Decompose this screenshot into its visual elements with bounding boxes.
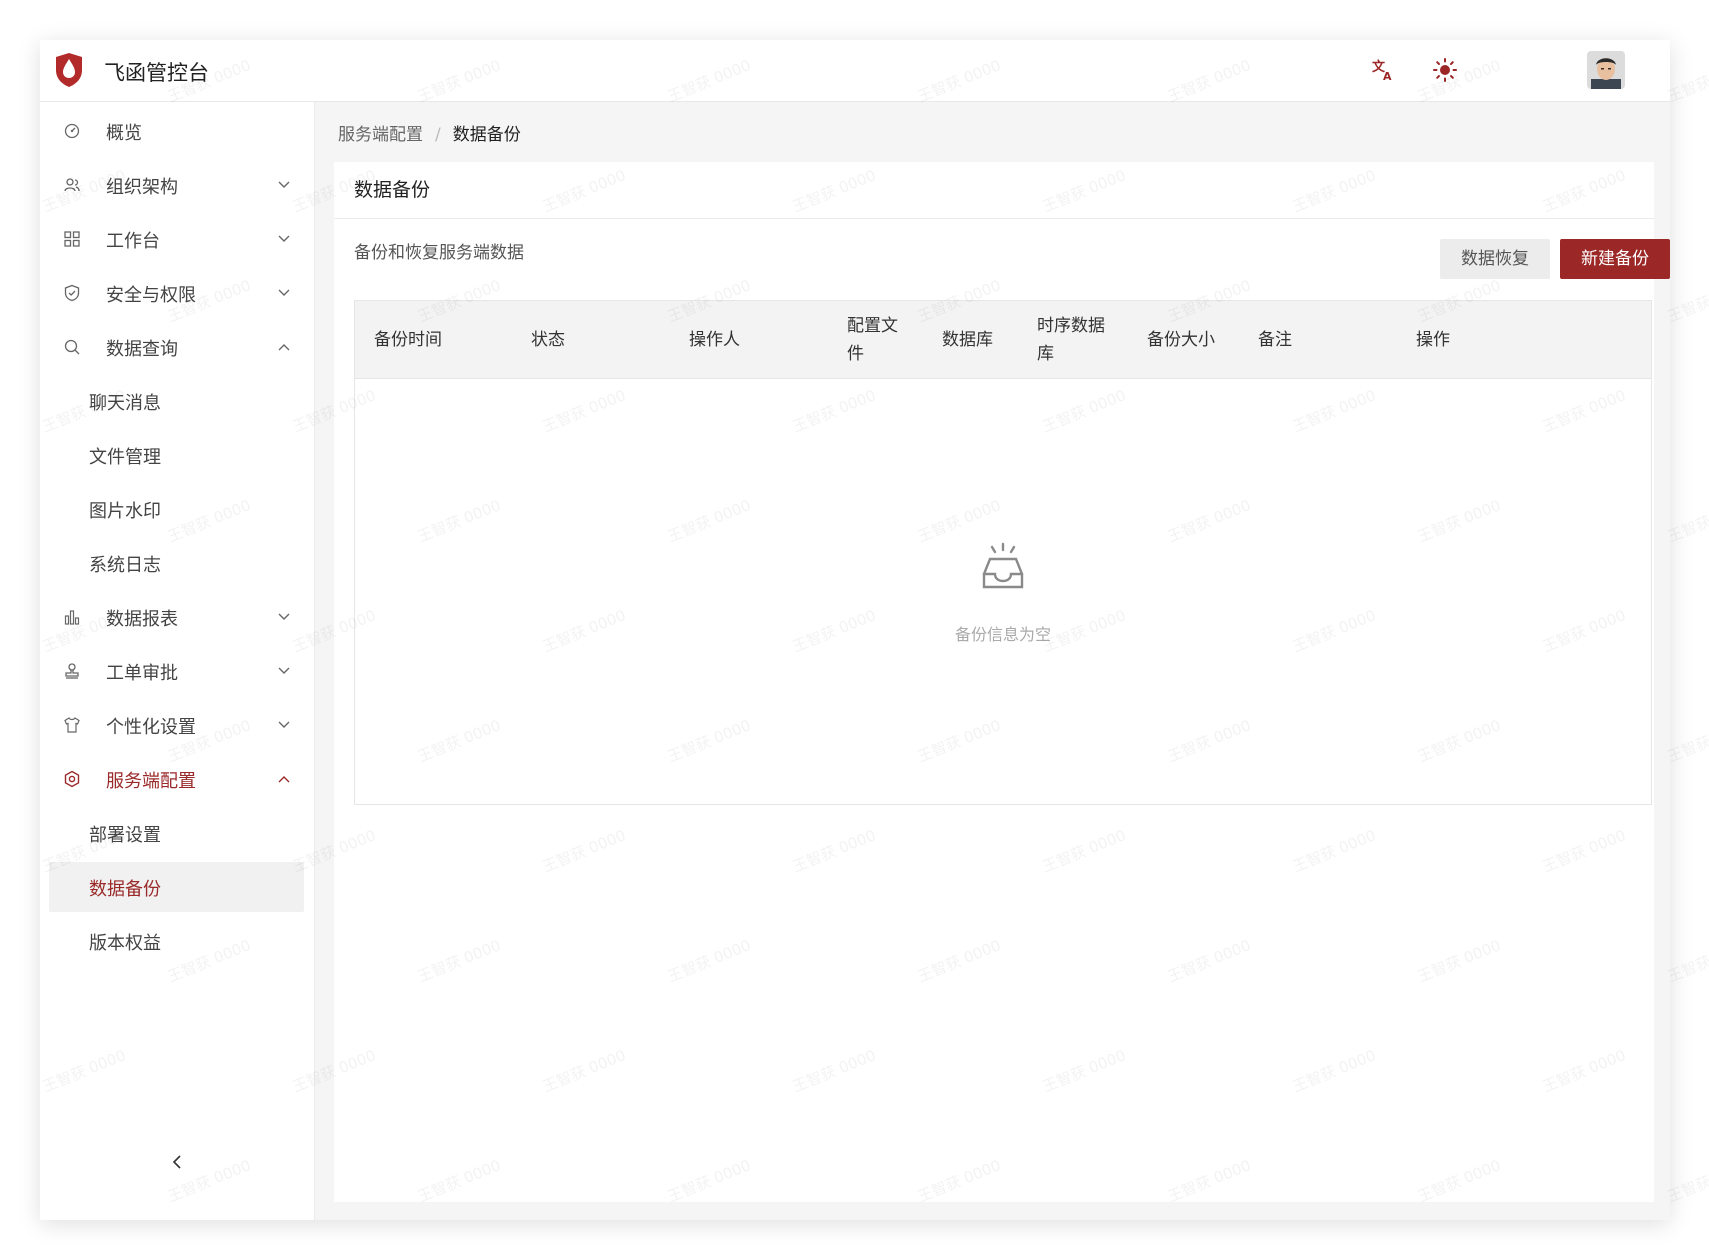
stamp-icon	[65, 663, 79, 679]
empty-state-text: 备份信息为空	[954, 625, 1051, 644]
sidebar-item-license[interactable]: 版本权益	[49, 916, 304, 966]
settings-icon	[64, 770, 80, 788]
breadcrumb-parent[interactable]: 服务端配置	[338, 125, 423, 145]
sidebar-item-label: 工单审批	[106, 663, 178, 684]
shirt-icon	[64, 717, 80, 733]
column-header: 状态	[531, 330, 565, 350]
chevron-down-icon	[278, 721, 290, 728]
breadcrumb: 服务端配置 / 数据备份	[338, 120, 521, 145]
sidebar-item-label: 数据报表	[106, 609, 178, 630]
page-title: 数据备份	[354, 179, 431, 201]
svg-text:A: A	[1383, 70, 1392, 83]
app-window: 飞函管控台 文 A 概览 组织架构 工作台 安全与权限 数据查询 聊天消息 文件…	[40, 40, 1670, 1220]
sidebar-item-chat-messages[interactable]: 聊天消息	[49, 376, 304, 426]
logo-icon	[56, 53, 82, 87]
restore-data-button[interactable]: 数据恢复	[1440, 239, 1550, 279]
sidebar-item-label: 版本权益	[89, 933, 161, 954]
column-header: 数据库	[942, 330, 993, 350]
org-icon	[64, 178, 80, 192]
column-header: 备份时间	[374, 330, 442, 350]
sidebar-item-label: 安全与权限	[106, 285, 196, 306]
grid-icon	[64, 231, 80, 247]
sidebar-item-label: 工作台	[106, 231, 160, 252]
sidebar-item-org[interactable]: 组织架构	[49, 160, 304, 210]
search-icon	[64, 339, 80, 355]
sidebar-item-ticket-approval[interactable]: 工单审批	[49, 646, 304, 696]
watermark-text: 王智获 0000	[1665, 56, 1709, 106]
shield-icon	[64, 284, 80, 302]
sidebar-item-label: 组织架构	[106, 177, 178, 198]
sidebar-item-label: 个性化设置	[106, 717, 196, 738]
sidebar-item-reports[interactable]: 数据报表	[49, 592, 304, 642]
watermark-text: 王智获 0000	[1665, 496, 1709, 546]
column-header: 操作人	[689, 330, 740, 350]
new-backup-button[interactable]: 新建备份	[1560, 239, 1670, 279]
chevron-down-icon	[278, 181, 290, 188]
dashboard-icon	[64, 123, 80, 139]
sidebar-item-label: 系统日志	[89, 555, 161, 576]
column-header: 配置文件	[847, 316, 898, 364]
bar-chart-icon	[64, 610, 80, 625]
watermark-text: 王智获 0000	[1665, 936, 1709, 986]
sidebar-item-overview[interactable]: 概览	[49, 106, 304, 156]
sidebar-item-system-log[interactable]: 系统日志	[49, 538, 304, 588]
app-title: 飞函管控台	[104, 61, 209, 85]
chevron-up-icon	[278, 344, 290, 351]
sidebar-item-label: 概览	[106, 123, 142, 144]
sidebar-item-security[interactable]: 安全与权限	[49, 268, 304, 318]
sidebar-item-label: 服务端配置	[106, 771, 196, 792]
sidebar: 概览 组织架构 工作台 安全与权限 数据查询 聊天消息 文件管理 图片水印 系统…	[40, 102, 315, 1220]
sidebar-item-image-watermark[interactable]: 图片水印	[49, 484, 304, 534]
translate-icon[interactable]: 文 A	[1370, 57, 1396, 83]
divider	[334, 218, 1654, 219]
sidebar-item-label: 数据查询	[106, 339, 178, 360]
sidebar-item-deploy-settings[interactable]: 部署设置	[49, 808, 304, 858]
empty-inbox-icon	[982, 542, 1024, 589]
top-header: 飞函管控台 文 A	[40, 40, 1670, 102]
chevron-down-icon	[278, 289, 290, 296]
table-header: 备份时间 状态 操作人 配置文件 数据库 时序数据库 备份大小 备注 操作	[355, 301, 1651, 379]
watermark-text: 王智获 0000	[1665, 716, 1709, 766]
sidebar-item-data-query[interactable]: 数据查询	[49, 322, 304, 372]
chevron-up-icon	[278, 776, 290, 783]
watermark-text: 王智获 0000	[1665, 276, 1709, 326]
collapse-sidebar-icon[interactable]	[168, 1152, 188, 1172]
breadcrumb-current: 数据备份	[452, 125, 521, 145]
sidebar-item-personalization[interactable]: 个性化设置	[49, 700, 304, 750]
chevron-down-icon	[278, 235, 290, 242]
avatar[interactable]	[1587, 51, 1625, 89]
backup-table: 备份时间 状态 操作人 配置文件 数据库 时序数据库 备份大小 备注 操作 备份…	[354, 300, 1652, 805]
page-description: 备份和恢复服务端数据	[354, 243, 524, 263]
sidebar-item-label: 数据备份	[89, 879, 161, 900]
chevron-down-icon	[278, 667, 290, 674]
column-header: 备份大小	[1147, 330, 1215, 350]
sun-icon[interactable]	[1432, 57, 1458, 83]
sidebar-item-label: 聊天消息	[89, 393, 161, 414]
sidebar-item-server-config[interactable]: 服务端配置	[49, 754, 304, 804]
column-header: 备注	[1258, 330, 1292, 350]
watermark-text: 王智获 0000	[1665, 1156, 1709, 1206]
column-header: 时序数据库	[1037, 316, 1105, 364]
sidebar-item-workbench[interactable]: 工作台	[49, 214, 304, 264]
sidebar-item-label: 文件管理	[89, 447, 161, 468]
sidebar-item-file-management[interactable]: 文件管理	[49, 430, 304, 480]
column-header: 操作	[1416, 330, 1450, 350]
sidebar-item-label: 图片水印	[89, 501, 161, 522]
breadcrumb-separator: /	[435, 125, 441, 145]
backup-card: 数据备份 备份和恢复服务端数据 数据恢复 新建备份 备份时间 状态 操作人 配置…	[334, 162, 1670, 1202]
sidebar-item-data-backup[interactable]: 数据备份	[49, 862, 304, 912]
sidebar-item-label: 部署设置	[89, 825, 161, 846]
chevron-down-icon	[278, 613, 290, 620]
